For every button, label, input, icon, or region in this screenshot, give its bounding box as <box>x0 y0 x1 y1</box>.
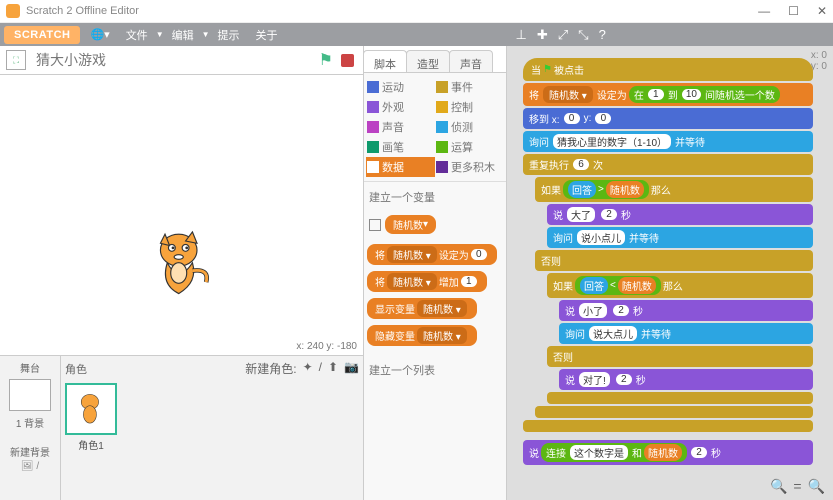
menu-edit[interactable]: 编辑 <box>172 27 194 43</box>
tab-sounds[interactable]: 声音 <box>449 50 493 72</box>
block-end-repeat[interactable] <box>523 420 813 432</box>
cat-data[interactable]: 数据 <box>366 157 435 177</box>
menu-file[interactable]: 文件 <box>126 27 148 43</box>
set-var-block[interactable]: 将 随机数 ▾ 设定为 0 <box>367 244 497 265</box>
cat-operators[interactable]: 运算 <box>435 137 504 157</box>
change-var-block[interactable]: 将 随机数 ▾ 增加 1 <box>367 271 487 292</box>
tab-scripts[interactable]: 脚本 <box>363 50 407 72</box>
block-when-flag[interactable]: 当 ⚑ 被点击 <box>523 58 813 81</box>
stop-button[interactable] <box>341 54 354 67</box>
variable-reporter[interactable]: 随机数 ▾ <box>385 215 436 234</box>
shrink-icon[interactable]: ⤡ <box>578 27 588 43</box>
block-repeat[interactable]: 重复执行6次 <box>523 154 813 175</box>
block-say-right[interactable]: 说对了!2秒 <box>559 369 813 390</box>
sprite-name: 角色1 <box>65 437 117 452</box>
block-goto[interactable]: 移到 x:0y:0 <box>523 108 813 129</box>
block-set-var[interactable]: 将随机数 ▾设定为在1到10间随机选一个数 <box>523 83 813 106</box>
stage-area[interactable]: x: 240 y: -180 <box>0 75 363 356</box>
green-flag-icon[interactable]: ⚑ <box>319 50 333 70</box>
cat-motion[interactable]: 运动 <box>366 77 435 97</box>
sprite-paint-icon[interactable]: / <box>319 360 322 377</box>
stage-thumbnail[interactable] <box>9 379 51 411</box>
close-icon[interactable]: ✕ <box>817 4 827 18</box>
block-ask-small[interactable]: 询问说小点儿并等待 <box>547 227 813 248</box>
tab-costumes[interactable]: 造型 <box>406 50 450 72</box>
cat-events[interactable]: 事件 <box>435 77 504 97</box>
stage-coord-readout: x: 240 y: -180 <box>296 341 357 352</box>
cat-looks[interactable]: 外观 <box>366 97 435 117</box>
zoom-in-icon[interactable]: 🔍 <box>808 478 825 495</box>
cat-sensing[interactable]: 侦测 <box>435 117 504 137</box>
cat-sound[interactable]: 声音 <box>366 117 435 137</box>
minimize-icon[interactable]: — <box>758 4 770 18</box>
sprite-camera-icon[interactable]: 📷 <box>344 360 359 377</box>
stage-thumb-label: 舞台 <box>0 360 60 375</box>
make-variable-button[interactable]: 建立一个变量 <box>367 186 503 208</box>
scripts-area[interactable]: x: 0y: 0 当 ⚑ 被点击 将随机数 ▾设定为在1到10间随机选一个数 移… <box>507 46 833 500</box>
sprite-upload-icon[interactable]: ⬆ <box>328 360 338 377</box>
maximize-icon[interactable]: ☐ <box>788 4 799 18</box>
sprite-on-stage[interactable] <box>145 225 217 305</box>
zoom-out-icon[interactable]: 🔍 <box>770 478 787 495</box>
block-else-1[interactable]: 否则 <box>535 250 813 271</box>
cat-pen[interactable]: 画笔 <box>366 137 435 157</box>
block-ask[interactable]: 询问猜我心里的数字（1-10）并等待 <box>523 131 813 152</box>
block-if-lt[interactable]: 如果回答<随机数那么 <box>547 273 813 298</box>
block-end-if-1[interactable] <box>535 406 813 418</box>
globe-icon[interactable]: 🌐▾ <box>90 28 109 41</box>
stamp-icon[interactable]: ⊥ <box>516 27 527 43</box>
cat-control[interactable]: 控制 <box>435 97 504 117</box>
menu-tips[interactable]: 提示 <box>218 27 240 43</box>
fullscreen-button[interactable]: ⛶ <box>6 50 26 70</box>
make-list-button[interactable]: 建立一个列表 <box>367 359 503 381</box>
backdrop-count: 1 背景 <box>0 415 60 430</box>
variable-checkbox-row[interactable]: 随机数 ▾ <box>369 212 501 237</box>
zoom-reset-icon[interactable]: = <box>793 478 801 495</box>
block-else-2[interactable]: 否则 <box>547 346 813 367</box>
new-sprite-label: 新建角色: <box>245 360 296 377</box>
grow-icon[interactable]: ⤢ <box>558 27 568 43</box>
block-say-small[interactable]: 说小了2秒 <box>559 300 813 321</box>
scratch-logo: SCRATCH <box>4 26 80 44</box>
new-backdrop-label: 新建背景 <box>0 444 60 459</box>
block-end-if-2[interactable] <box>547 392 813 404</box>
window-title: Scratch 2 Offline Editor <box>26 5 139 17</box>
block-say-join[interactable]: 说连接这个数字是和随机数2秒 <box>523 440 813 465</box>
cat-more[interactable]: 更多积木 <box>435 157 504 177</box>
block-ask-big[interactable]: 询问说大点儿并等待 <box>559 323 813 344</box>
app-icon <box>6 4 20 18</box>
show-var-block[interactable]: 显示变量 随机数 ▾ <box>367 298 477 319</box>
sprites-header: 角色 <box>65 361 87 377</box>
duplicate-icon[interactable]: ✚ <box>537 27 548 43</box>
help-icon[interactable]: ? <box>599 27 606 43</box>
sprite-thumbnail[interactable] <box>65 383 117 435</box>
block-say-big[interactable]: 说大了2秒 <box>547 204 813 225</box>
project-title[interactable]: 猜大小游戏 <box>36 50 106 70</box>
hide-var-block[interactable]: 隐藏变量 随机数 ▾ <box>367 325 477 346</box>
block-if-gt[interactable]: 如果回答>随机数那么 <box>535 177 813 202</box>
sprite-library-icon[interactable]: ✦ <box>303 360 313 377</box>
menu-about[interactable]: 关于 <box>256 27 278 43</box>
